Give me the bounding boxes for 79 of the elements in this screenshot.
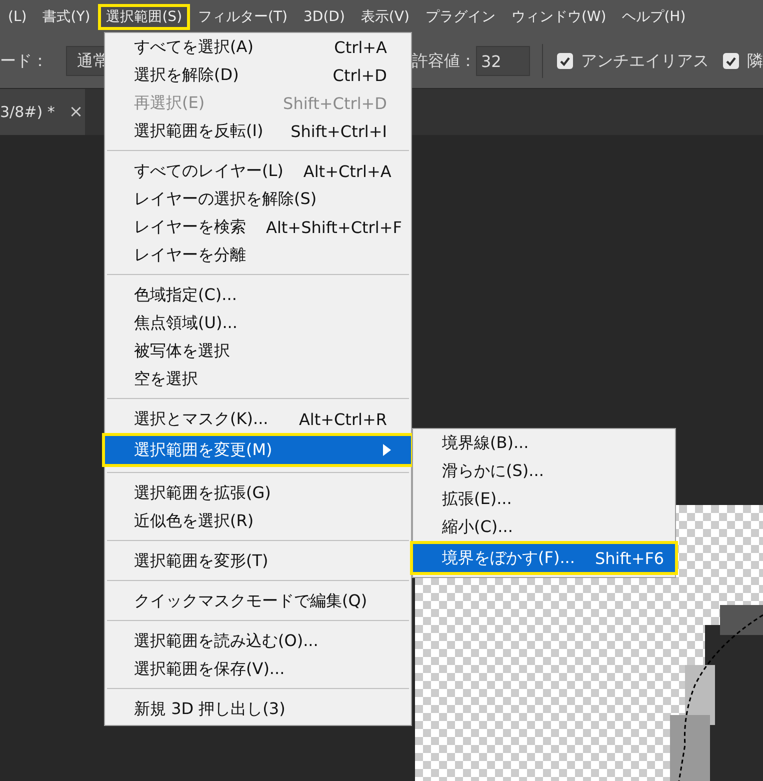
menu-item[interactable]: 選択範囲を拡張(G) — [105, 479, 411, 507]
menu-title[interactable]: フィルター(T) — [190, 4, 296, 30]
menu-item[interactable]: すべてを選択(A) Ctrl+A — [105, 33, 411, 61]
menu-item[interactable]: 選択を解除(D) Ctrl+D — [105, 61, 411, 89]
menu-item[interactable]: 拡張(E)... — [413, 485, 675, 513]
menu-item[interactable]: 選択範囲を変形(T) — [105, 547, 411, 575]
menu-title[interactable]: 表示(V) — [352, 4, 418, 30]
tolerance-label: 許容値： — [412, 50, 476, 72]
menu-item[interactable]: 選択範囲を読み込む(O)... — [105, 627, 411, 655]
menu-item[interactable]: 選択とマスク(K)... Alt+Ctrl+R — [105, 405, 411, 433]
menu-title[interactable]: (L) — [0, 5, 35, 29]
menu-title[interactable]: 3D(D) — [296, 5, 353, 29]
mode-label: ード： — [0, 50, 48, 72]
menu-item-label: 選択範囲を読み込む(O)... — [134, 630, 318, 652]
menu-item-label: 選択とマスク(K)... — [134, 408, 268, 430]
menu-item-label: 被写体を選択 — [134, 340, 230, 362]
menu-title[interactable]: ウィンドウ(W) — [503, 4, 614, 30]
menu-title[interactable]: 書式(Y) — [34, 4, 98, 30]
checkbox-label: 隣 — [747, 50, 763, 72]
menu-item[interactable]: 境界をぼかす(F)... Shift+F6 — [410, 541, 678, 575]
tab-title: 3/8#) * — [0, 103, 55, 121]
menu-item[interactable]: 選択範囲を保存(V)... — [105, 655, 411, 683]
menu-item-label: レイヤーを検索 — [134, 216, 246, 238]
menu-item-label: 境界線(B)... — [442, 432, 529, 454]
menu-item-label: 近似色を選択(R) — [134, 510, 254, 532]
menu-item-label: すべてを選択(A) — [134, 36, 254, 58]
menu-item[interactable]: レイヤーを分離 — [105, 241, 411, 269]
menu-item-label: 選択範囲を変形(T) — [134, 550, 268, 572]
menu-item-label: 色域指定(C)... — [134, 284, 237, 306]
shortcut-label: Alt+Ctrl+R — [298, 410, 387, 428]
menu-title[interactable]: プラグイン — [417, 4, 504, 30]
checkbox-label: アンチエイリアス — [581, 50, 709, 72]
shortcut-label: Shift+F6 — [594, 548, 664, 568]
menu-item-label: 滑らかに(S)... — [442, 460, 544, 482]
menu-item[interactable]: 被写体を選択 — [105, 337, 411, 365]
menu-item-label: 選択範囲を変更(M) — [134, 440, 272, 460]
menu-item[interactable]: 新規 3D 押し出し(3) — [105, 695, 411, 723]
shortcut-label: Ctrl+A — [334, 38, 387, 56]
menu-item[interactable]: レイヤーを検索 Alt+Shift+Ctrl+F — [105, 213, 411, 241]
menu-item[interactable]: 選択範囲を反転(I) Shift+Ctrl+I — [105, 117, 411, 145]
document-tab[interactable]: 3/8#) * × — [0, 89, 85, 135]
submenu-arrow-icon — [383, 444, 391, 456]
menu-item-label: 空を選択 — [134, 368, 198, 390]
shortcut-label: Shift+Ctrl+D — [283, 94, 387, 112]
menu-item-label: 境界をぼかす(F)... — [442, 548, 575, 568]
menu-item[interactable]: 焦点領域(U)... — [105, 309, 411, 337]
menu-title[interactable]: ヘルプ(H) — [614, 4, 694, 30]
menu-item[interactable]: 選択範囲を変更(M) — [102, 433, 414, 467]
shortcut-label: Alt+Shift+Ctrl+F — [266, 218, 402, 236]
menu-item[interactable]: 滑らかに(S)... — [413, 457, 675, 485]
tolerance-field[interactable]: 32 — [476, 46, 530, 76]
menu-item-label: 新規 3D 押し出し(3) — [134, 698, 286, 720]
shortcut-label: Alt+Ctrl+A — [303, 162, 392, 180]
menu-item-label: レイヤーの選択を解除(S) — [134, 188, 317, 210]
menu-item[interactable]: 境界線(B)... — [413, 429, 675, 457]
shortcut-label: Ctrl+D — [332, 66, 387, 84]
menu-title[interactable]: 選択範囲(S) — [98, 4, 190, 30]
menu-item[interactable]: すべてのレイヤー(L) Alt+Ctrl+A — [105, 157, 411, 185]
menu-item-label: 焦点領域(U)... — [134, 312, 238, 334]
menu-item-label: クイックマスクモードで編集(Q) — [134, 590, 368, 612]
menu-item-label: すべてのレイヤー(L) — [134, 160, 284, 182]
close-icon[interactable]: × — [68, 102, 84, 122]
menu-item[interactable]: 近似色を選択(R) — [105, 507, 411, 535]
menu-item-label: 選択範囲を保存(V)... — [134, 658, 285, 680]
checkbox[interactable] — [557, 53, 573, 69]
menu-item-label: 拡張(E)... — [442, 488, 512, 510]
menu-item-label: 縮小(C)... — [442, 516, 513, 538]
checkbox[interactable] — [723, 53, 739, 69]
menu-item-label: 選択範囲を反転(I) — [134, 120, 264, 142]
menu-item-label: 再選択(E) — [134, 92, 205, 114]
menu-item[interactable]: クイックマスクモードで編集(Q) — [105, 587, 411, 615]
menu-item[interactable]: 色域指定(C)... — [105, 281, 411, 309]
menu-item-label: 選択を解除(D) — [134, 64, 239, 86]
menu-item[interactable]: レイヤーの選択を解除(S) — [105, 185, 411, 213]
shortcut-label: Shift+Ctrl+I — [290, 122, 387, 140]
menu-item-label: レイヤーを分離 — [134, 244, 246, 266]
menu-item[interactable]: 縮小(C)... — [413, 513, 675, 541]
menu-item-label: 選択範囲を拡張(G) — [134, 482, 271, 504]
menu-item[interactable]: 空を選択 — [105, 365, 411, 393]
